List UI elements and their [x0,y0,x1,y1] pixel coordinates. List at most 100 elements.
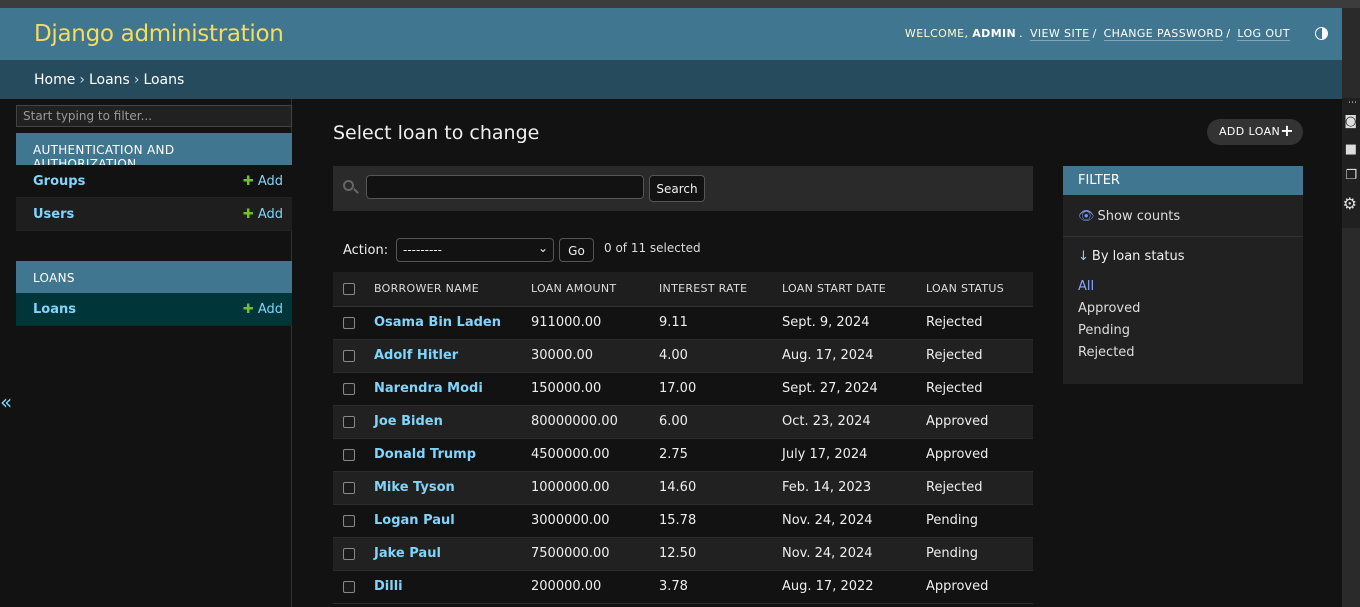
action-label: Action: [343,243,389,258]
filter-title: FILTER [1063,166,1303,195]
results-table: BORROWER NAME LOAN AMOUNT INTEREST RATE … [333,272,1033,604]
module-header-auth[interactable]: AUTHENTICATION AND AUTHORIZATION [16,133,292,171]
borrower-name-link[interactable]: Jake Paul [374,537,531,571]
row-select-cell [333,372,374,406]
filter-option-rejected[interactable]: Rejected [1078,345,1135,360]
windows-icon[interactable]: ❐ [1345,168,1357,183]
row-checkbox[interactable] [343,580,355,593]
borrower-name-link[interactable]: Logan Paul [374,504,531,538]
borrower-name-link[interactable]: Donald Trump [374,438,531,472]
add-group-link[interactable]: ✚ Add [243,174,283,189]
select-all-cell [333,272,374,307]
column-header[interactable]: LOAN STATUS [926,272,1033,307]
filter-option-approved[interactable]: Approved [1078,301,1140,316]
loan-amount: 200000.00 [531,570,659,604]
row-checkbox[interactable] [343,514,355,527]
column-header[interactable]: LOAN AMOUNT [531,272,659,307]
sidebar-item-label[interactable]: Loans [33,302,76,317]
loan-status: Rejected [926,372,1033,406]
loan-status: Rejected [926,339,1033,373]
select-all-checkbox[interactable] [343,283,355,296]
collapse-sidebar-button[interactable]: « [0,390,12,414]
interest-rate: 3.78 [659,570,782,604]
table-row: Jake Paul 7500000.00 12.50 Nov. 24, 2024 Pen… [333,537,1033,571]
breadcrumb-home[interactable]: Home [34,72,75,88]
action-selected-value: --------- [403,243,442,257]
sidebar-item-label[interactable]: Groups [33,174,85,189]
sidebar-item-label[interactable]: Users [33,207,74,222]
filter-divider [1063,236,1303,237]
module-header-loans[interactable]: LOANS [16,261,292,293]
welcome-text: WELCOME, [904,27,969,40]
borrower-name-link[interactable]: Mike Tyson [374,471,531,505]
breadcrumb-app[interactable]: Loans [89,72,130,88]
gear-icon[interactable]: ⚙ [1343,194,1357,213]
browser-top-strip [0,0,1360,8]
action-select[interactable]: --------- ⌄ [396,238,554,262]
row-checkbox[interactable] [343,382,355,395]
plus-icon: ✚ [242,174,254,189]
camera-icon[interactable]: ◙ [1344,114,1357,129]
row-checkbox[interactable] [343,448,355,461]
loan-amount: 3000000.00 [531,504,659,538]
row-checkbox[interactable] [343,547,355,560]
changelist-filter: FILTER 👁 Show counts ↓ By loan status All … [1063,166,1303,384]
row-checkbox[interactable] [343,349,355,362]
column-header[interactable]: BORROWER NAME [374,272,531,307]
search-input[interactable] [366,175,644,199]
interest-rate: 4.00 [659,339,782,373]
loan-status: Approved [926,570,1033,604]
filter-by-status-toggle[interactable]: ↓ By loan status [1078,249,1185,264]
loan-start-date: Sept. 27, 2024 [782,372,926,406]
loan-start-date: Aug. 17, 2024 [782,339,926,373]
add-loan-link[interactable]: ✚ Add [243,302,283,317]
column-header[interactable]: INTEREST RATE [659,272,782,307]
theme-toggle-icon[interactable] [1315,27,1328,40]
table-row: Osama Bin Laden 911000.00 9.11 Sept. 9, 202… [333,306,1033,340]
arrow-down-icon: ↓ [1078,249,1089,264]
search-button[interactable]: Search [649,175,705,202]
table-header-row: BORROWER NAME LOAN AMOUNT INTEREST RATE … [333,272,1033,307]
column-header[interactable]: LOAN START DATE [782,272,926,307]
table-row: Dilli 200000.00 3.78 Aug. 17, 2022 Approved [333,570,1033,604]
username: ADMIN [972,27,1017,40]
change-password-link[interactable]: CHANGE PASSWORD [1103,27,1224,41]
add-user-link[interactable]: ✚ Add [243,207,283,222]
borrower-name-link[interactable]: Dilli [374,570,531,604]
sidebar-item-loans[interactable]: Loans ✚ Add [16,293,292,326]
log-out-link[interactable]: LOG OUT [1237,27,1290,41]
borrower-name-link[interactable]: Adolf Hitler [374,339,531,373]
table-row: Narendra Modi 150000.00 17.00 Sept. 27, 202… [333,372,1033,406]
row-select-cell [333,570,374,604]
row-select-cell [333,438,374,472]
row-select-cell [333,306,374,340]
plus-icon: ✚ [242,207,254,222]
row-checkbox[interactable] [343,415,355,428]
loan-amount: 150000.00 [531,372,659,406]
filter-option-all[interactable]: All [1078,279,1094,294]
more-icon[interactable]: ⋯ [1348,98,1357,108]
borrower-name-link[interactable]: Narendra Modi [374,372,531,406]
sidebar-item-groups[interactable]: Groups ✚ Add [16,165,292,198]
search-toolbar: Search [333,166,1033,211]
borrower-name-link[interactable]: Osama Bin Laden [374,306,531,340]
site-brand-link[interactable]: Django administration [34,21,284,47]
show-counts-link[interactable]: 👁 Show counts [1078,209,1180,224]
plus-icon: ✚ [242,302,254,317]
video-icon[interactable]: ■ [1345,142,1357,157]
go-button[interactable]: Go [559,238,594,262]
borrower-name-link[interactable]: Joe Biden [374,405,531,439]
row-checkbox[interactable] [343,316,355,329]
nav-filter-input[interactable]: Start typing to filter... [16,105,292,127]
view-site-link[interactable]: VIEW SITE [1029,27,1090,41]
sidebar-item-users[interactable]: Users ✚ Add [16,198,292,231]
add-loan-button[interactable]: ADD LOAN + [1207,119,1303,145]
interest-rate: 15.78 [659,504,782,538]
row-checkbox[interactable] [343,481,355,494]
loan-amount: 80000000.00 [531,405,659,439]
chevron-down-icon: ⌄ [537,241,548,255]
loan-amount: 30000.00 [531,339,659,373]
filter-option-pending[interactable]: Pending [1078,323,1130,338]
add-loan-label: ADD LOAN [1219,125,1281,138]
eye-icon: 👁 [1078,209,1095,224]
